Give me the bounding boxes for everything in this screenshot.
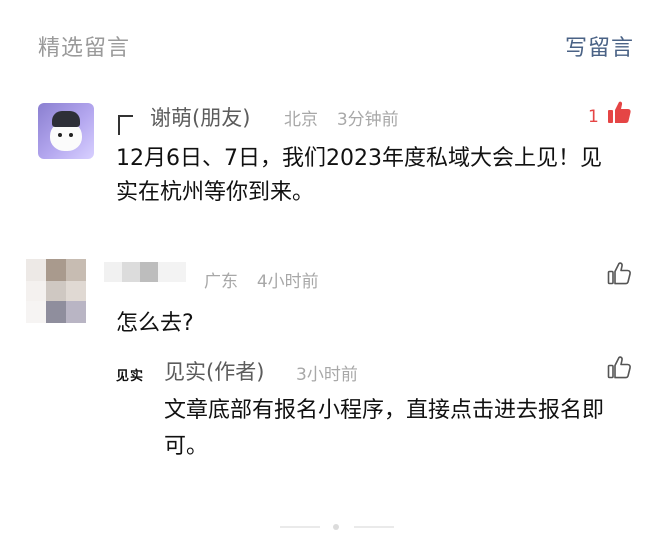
like-count: 1: [588, 107, 599, 127]
thumbs-up-icon: [608, 101, 631, 123]
avatar[interactable]: [38, 103, 94, 159]
avatar-pixel: [26, 281, 46, 301]
redacted-pixel: [158, 262, 186, 282]
avatar-pixel: [46, 301, 66, 323]
avatar-pixel: [26, 301, 46, 323]
redacted-pixel: [122, 262, 140, 282]
avatar-eye: [69, 133, 73, 137]
section-title: 精选留言: [38, 36, 131, 61]
like-button[interactable]: [606, 354, 632, 384]
comment-location: 北京: [284, 110, 318, 130]
like-button[interactable]: [606, 260, 632, 290]
comment-meta: 广东 4小时前: [204, 267, 319, 292]
comment-location: 广东: [204, 272, 238, 292]
pager-dash: [354, 526, 394, 528]
thumbs-up-icon: [607, 262, 631, 285]
avatar-pixel: [66, 281, 86, 301]
pager-dot: [333, 524, 339, 530]
comment-author-redacted[interactable]: [104, 262, 186, 282]
redacted-pixel: [140, 262, 158, 282]
avatar-pixel: [46, 281, 66, 301]
reply-text: 文章底部有报名小程序，直接点击进去报名即可。: [164, 398, 605, 459]
avatar-eye: [58, 133, 62, 137]
comment-text: 怎么去?: [116, 311, 194, 336]
like-button[interactable]: [606, 99, 632, 129]
write-comment-button[interactable]: 写留言: [565, 30, 634, 62]
avatar-pixel: [66, 301, 86, 323]
redacted-pixel: [104, 262, 122, 282]
avatar-pixel: [26, 259, 46, 281]
author-logo: 见实: [116, 369, 145, 384]
reply-time: 3小时前: [296, 365, 358, 385]
corner-mark-icon: [118, 115, 133, 135]
comment-time: 3分钟前: [336, 110, 399, 130]
comment-text: 12月6日、7日，我们2023年度私域大会上见！见实在杭州等你到来。: [116, 146, 602, 205]
avatar-pixel: [66, 259, 86, 281]
avatar[interactable]: [26, 259, 86, 323]
reply-author[interactable]: 见实(作者): [164, 356, 264, 386]
comment-meta: 北京 3分钟前: [284, 105, 399, 130]
avatar-hat-shape: [52, 111, 80, 127]
comment-author[interactable]: 谢萌(朋友): [150, 102, 250, 132]
comment-time: 4小时前: [256, 272, 319, 292]
pager-dash: [280, 526, 320, 528]
thumbs-up-icon: [607, 356, 631, 379]
avatar-pixel: [46, 259, 66, 281]
